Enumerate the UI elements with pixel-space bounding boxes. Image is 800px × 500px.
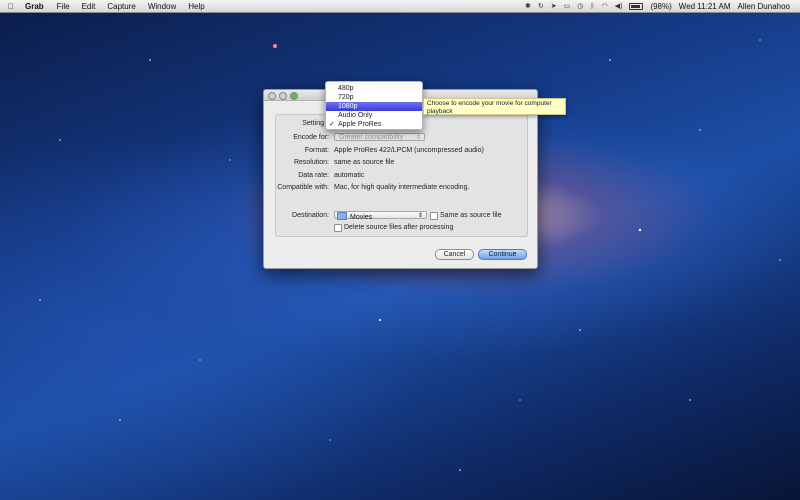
option-label: Audio Only — [338, 112, 373, 119]
destination-value: Movies — [350, 214, 373, 221]
sync-icon[interactable]: ↻ — [538, 2, 544, 10]
bluetooth-icon[interactable]: ᛒ — [590, 3, 594, 10]
battery-level — [631, 4, 641, 8]
compatible-with-label: Compatible with: — [277, 184, 329, 191]
option-label: 720p — [338, 94, 354, 101]
delete-source-checkbox[interactable] — [334, 224, 342, 232]
encode-for-popup[interactable]: Greater compatibility ⇕ — [334, 133, 425, 141]
option-label: 480p — [338, 85, 354, 92]
airplay-icon[interactable]: ▭ — [564, 2, 571, 10]
gear-icon[interactable]: ✱ — [525, 2, 531, 10]
battery-icon[interactable] — [629, 2, 644, 10]
zoom-button[interactable] — [290, 92, 298, 100]
encode-for-label: Encode for: — [293, 134, 329, 141]
menu-edit[interactable]: Edit — [76, 2, 102, 11]
cancel-button[interactable]: Cancel — [435, 249, 474, 260]
tooltip: Choose to encode your movie for computer… — [423, 98, 566, 115]
battery-percent[interactable]: (98%) — [650, 2, 671, 11]
minimize-button[interactable] — [279, 92, 287, 100]
apple-icon[interactable]:  — [0, 2, 22, 11]
menubar-clock[interactable]: Wed 11:21 AM — [679, 2, 731, 11]
menu-option-1080p[interactable]: 1080p — [326, 102, 422, 111]
time-machine-icon[interactable]: ◷ — [577, 2, 583, 10]
close-button[interactable] — [268, 92, 276, 100]
menu-option-apple-prores[interactable]: ✓ Apple ProRes — [326, 120, 422, 129]
menubar-user[interactable]: Allen Dunahoo — [738, 2, 790, 11]
folder-icon — [337, 212, 347, 220]
menu-capture[interactable]: Capture — [101, 2, 141, 11]
data-rate-label: Data rate: — [298, 172, 329, 179]
option-label: 1080p — [338, 103, 358, 110]
option-label: Apple ProRes — [338, 121, 382, 128]
format-value: Apple ProRes 422/LPCM (uncompressed audi… — [334, 147, 484, 154]
destination-label: Destination: — [292, 212, 329, 219]
data-rate-value: automatic — [334, 172, 365, 179]
updown-arrow-icon: ⇕ — [415, 135, 421, 141]
settings-dropdown-menu: 480p 720p 1080p Audio Only ✓ Apple ProRes — [325, 81, 423, 130]
checkmark-icon: ✓ — [329, 121, 335, 128]
settings-panel: Setting Encode for: Greater compatibilit… — [275, 114, 528, 237]
send-icon[interactable]: ➤ — [551, 2, 557, 10]
menu-app-name[interactable]: Grab — [22, 2, 51, 11]
delete-source-label[interactable]: Delete source files after processing — [344, 223, 453, 233]
menu-option-audio-only[interactable]: Audio Only — [326, 111, 422, 120]
same-as-source-label[interactable]: Same as source file — [440, 211, 501, 221]
same-as-source-checkbox[interactable] — [430, 212, 438, 220]
volume-icon[interactable]: ◀) — [615, 2, 623, 10]
format-label: Format: — [304, 147, 329, 154]
destination-popup[interactable]: Movies ⇕ — [334, 211, 427, 221]
encode-for-value: Greater compatibility — [339, 134, 404, 141]
resolution-label: Resolution: — [293, 159, 329, 166]
setting-label: Setting — [302, 120, 324, 127]
continue-button[interactable]: Continue — [478, 249, 527, 260]
menu-help[interactable]: Help — [182, 2, 210, 11]
status-area: ✱ ↻ ➤ ▭ ◷ ᛒ ◠ ◀) (98%) Wed 11:21 AM Alle… — [525, 2, 800, 11]
menu-file[interactable]: File — [51, 2, 76, 11]
menu-bar:  Grab File Edit Capture Window Help ✱ ↻… — [0, 0, 800, 13]
menu-window[interactable]: Window — [142, 2, 182, 11]
wifi-icon[interactable]: ◠ — [602, 2, 608, 10]
resolution-value: same as source file — [334, 159, 395, 166]
updown-arrow-icon: ⇕ — [417, 213, 423, 219]
menu-option-720p[interactable]: 720p — [326, 93, 422, 102]
menu-option-480p[interactable]: 480p — [326, 84, 422, 93]
compatible-with-value: Mac, for high quality intermediate encod… — [334, 184, 470, 191]
